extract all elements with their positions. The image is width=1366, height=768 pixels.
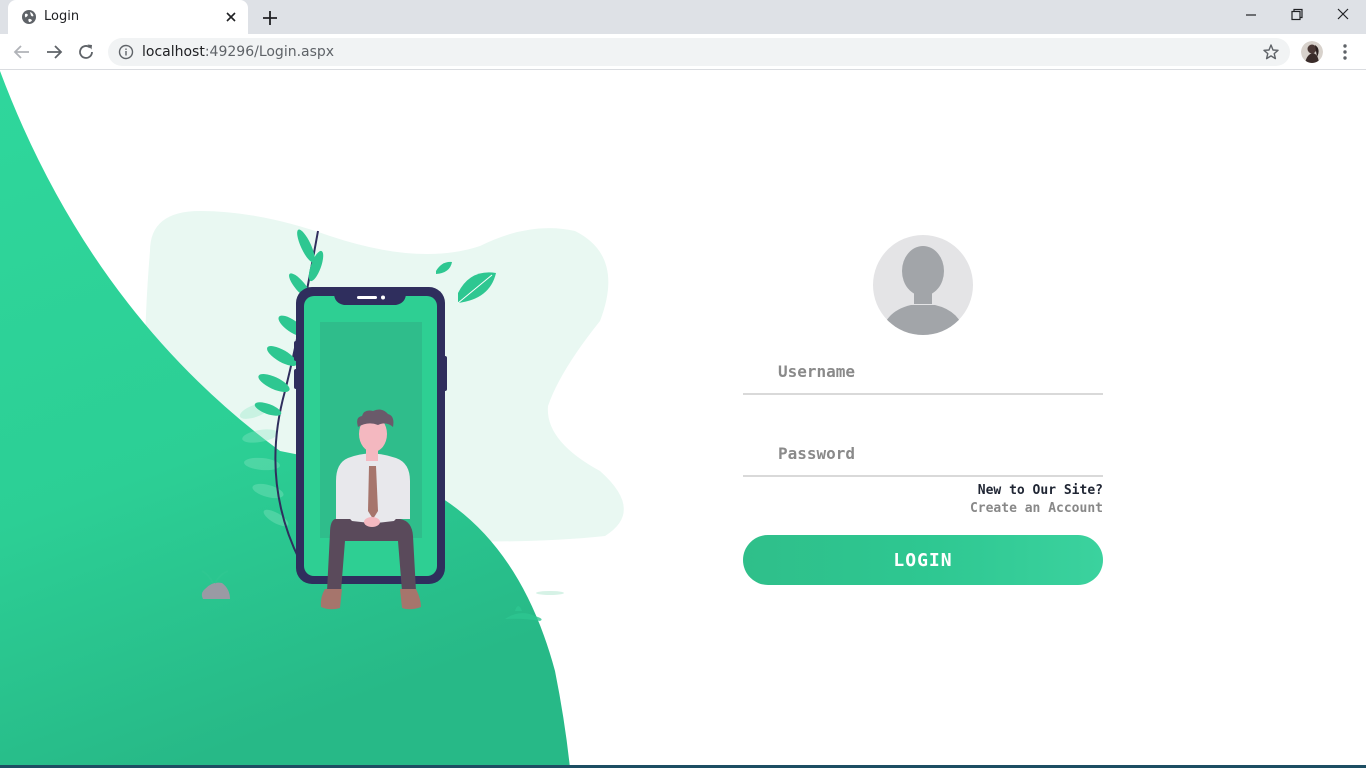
address-bar[interactable]: localhost:49296/Login.aspx — [108, 38, 1290, 66]
password-field — [743, 431, 1103, 477]
username-field — [743, 349, 1103, 395]
kebab-menu-icon[interactable] — [1334, 41, 1356, 63]
browser-toolbar: localhost:49296/Login.aspx — [0, 34, 1366, 70]
browser-tabstrip: Login — [0, 0, 1366, 34]
background-illustration — [0, 71, 624, 768]
star-icon[interactable] — [1262, 43, 1280, 61]
password-input[interactable] — [743, 431, 1103, 475]
reload-icon[interactable] — [75, 41, 97, 63]
plus-icon[interactable] — [259, 7, 281, 29]
create-account-link[interactable]: Create an Account — [970, 500, 1103, 518]
close-icon[interactable] — [223, 9, 239, 25]
restore-icon[interactable] — [1286, 4, 1308, 26]
browser-tab[interactable]: Login — [8, 0, 248, 34]
username-input[interactable] — [743, 349, 1103, 393]
forward-arrow-icon[interactable] — [43, 41, 65, 63]
back-arrow-icon[interactable] — [11, 41, 33, 63]
url-text: localhost:49296/Login.aspx — [142, 44, 335, 60]
window-close-icon[interactable] — [1332, 4, 1354, 26]
signup-prompt: New to Our Site? Create an Account — [970, 482, 1103, 518]
minimize-icon[interactable] — [1240, 4, 1262, 26]
user-avatar-icon — [873, 235, 973, 335]
tab-title: Login — [44, 9, 80, 24]
info-icon[interactable] — [118, 44, 134, 60]
login-button[interactable]: LOGIN — [743, 535, 1103, 585]
profile-avatar-icon[interactable] — [1301, 41, 1323, 63]
login-page: New to Our Site? Create an Account LOGIN — [0, 71, 1366, 768]
globe-icon — [22, 10, 36, 24]
signup-question: New to Our Site? — [977, 483, 1103, 498]
